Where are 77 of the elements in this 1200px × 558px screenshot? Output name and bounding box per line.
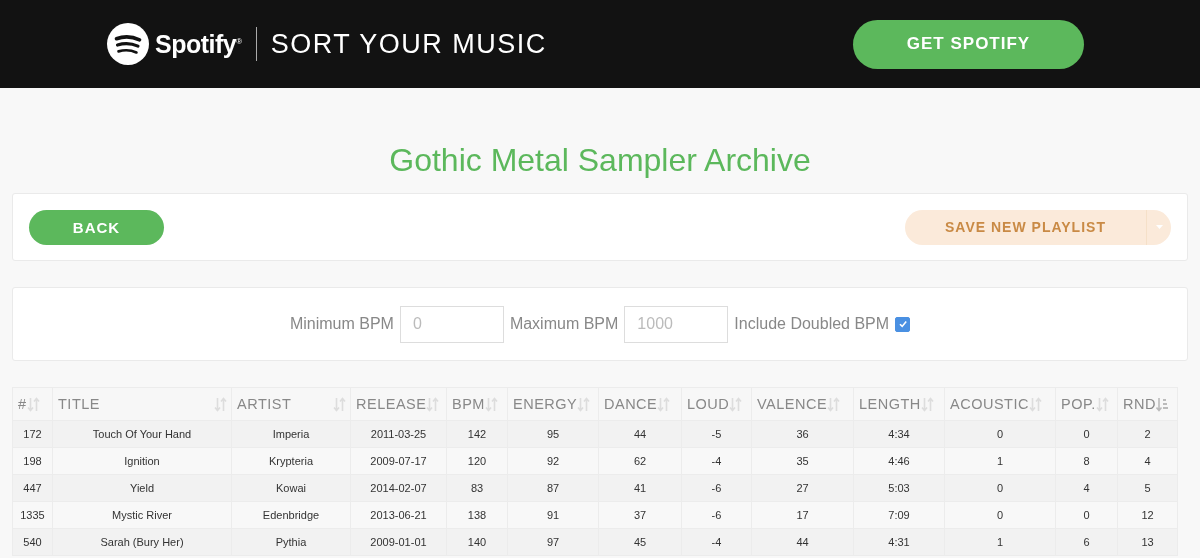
- playlist-title: Gothic Metal Sampler Archive: [388, 142, 812, 179]
- column-header[interactable]: ENERGY: [507, 387, 599, 421]
- column-header[interactable]: RND: [1117, 387, 1178, 421]
- table-cell: -6: [681, 501, 752, 529]
- column-header[interactable]: ACOUSTIC: [944, 387, 1056, 421]
- table-cell: -4: [681, 528, 752, 556]
- table-cell: 0: [944, 501, 1056, 529]
- logo-wordmark: Spotify$^{®}$: [155, 29, 242, 59]
- table-cell: 4:31: [853, 528, 945, 556]
- table-cell: 62: [598, 447, 682, 475]
- get-spotify-button[interactable]: GET SPOTIFY: [853, 19, 1084, 69]
- field-label: Maximum BPM: [509, 315, 619, 333]
- table-cell: 5:03: [853, 474, 945, 502]
- column-header[interactable]: TITLE: [52, 387, 232, 421]
- table-cell: Imperia: [231, 420, 351, 448]
- table-cell: 97: [507, 528, 599, 556]
- caret-icon: [1155, 225, 1163, 229]
- table-cell: 447: [12, 474, 53, 502]
- table-cell: Kowai: [231, 474, 351, 502]
- column-header[interactable]: LENGTH: [853, 387, 945, 421]
- column-header[interactable]: ARTIST: [231, 387, 351, 421]
- maximum-bpm-field[interactable]: 1000: [624, 305, 729, 343]
- table-cell: Pythia: [231, 528, 351, 556]
- table-cell: -5: [681, 420, 752, 448]
- table-cell: 2009-07-17: [350, 447, 447, 475]
- table-cell: 0: [944, 420, 1056, 448]
- table-cell: 2013-06-21: [350, 501, 447, 529]
- table-cell: 540: [12, 528, 53, 556]
- field-label: Minimum BPM: [289, 315, 394, 333]
- table-cell: 36: [751, 420, 854, 448]
- table-cell: 27: [751, 474, 854, 502]
- table-cell: Mystic River: [52, 501, 232, 529]
- table-cell: 37: [598, 501, 682, 529]
- table-cell: 4:46: [853, 447, 945, 475]
- table-cell: 2014-02-07: [350, 474, 447, 502]
- table-cell: Sarah (Bury Her): [52, 528, 232, 556]
- table-cell: Edenbridge: [231, 501, 351, 529]
- back-button[interactable]: BACK: [29, 209, 164, 245]
- table-cell: 45: [598, 528, 682, 556]
- column-header[interactable]: RELEASE: [350, 387, 447, 421]
- checkbox-label: Include Doubled BPM: [734, 315, 890, 333]
- table-cell: 0: [944, 474, 1056, 502]
- table-cell: 1335: [12, 501, 53, 529]
- table-cell: Yield: [52, 474, 232, 502]
- table-cell: 7:09: [853, 501, 945, 529]
- minimum-bpm-field[interactable]: 0: [399, 305, 504, 343]
- checkbox[interactable]: [895, 316, 911, 332]
- table-cell: Touch Of Your Hand: [52, 420, 232, 448]
- column-header[interactable]: VALENCE: [751, 387, 854, 421]
- column-header[interactable]: LOUD: [681, 387, 752, 421]
- table-cell: 95: [507, 420, 599, 448]
- check-icon: [897, 319, 908, 329]
- table-cell: 35: [751, 447, 854, 475]
- table-cell: 91: [507, 501, 599, 529]
- table-cell: 198: [12, 447, 53, 475]
- table-cell: 4:34: [853, 420, 945, 448]
- column-header[interactable]: BPM: [446, 387, 508, 421]
- column-header[interactable]: POP.: [1055, 387, 1118, 421]
- table-cell: 44: [598, 420, 682, 448]
- table-cell: Krypteria: [231, 447, 351, 475]
- table-cell: 44: [751, 528, 854, 556]
- table-cell: 2011-03-25: [350, 420, 447, 448]
- table-cell: 17: [751, 501, 854, 529]
- table-cell: -4: [681, 447, 752, 475]
- table-cell: Ignition: [52, 447, 232, 475]
- table-cell: -6: [681, 474, 752, 502]
- table-cell: 92: [507, 447, 599, 475]
- column-header[interactable]: #: [12, 387, 53, 421]
- app-title: SORT YOUR MUSIC: [270, 28, 547, 60]
- column-header[interactable]: DANCE: [598, 387, 682, 421]
- table-cell: 2009-01-01: [350, 528, 447, 556]
- table-cell: 1: [944, 528, 1056, 556]
- table-cell: 1: [944, 447, 1056, 475]
- table-cell: 172: [12, 420, 53, 448]
- spotify-logo-icon: [107, 23, 149, 65]
- table-cell: 41: [598, 474, 682, 502]
- table-cell: 87: [507, 474, 599, 502]
